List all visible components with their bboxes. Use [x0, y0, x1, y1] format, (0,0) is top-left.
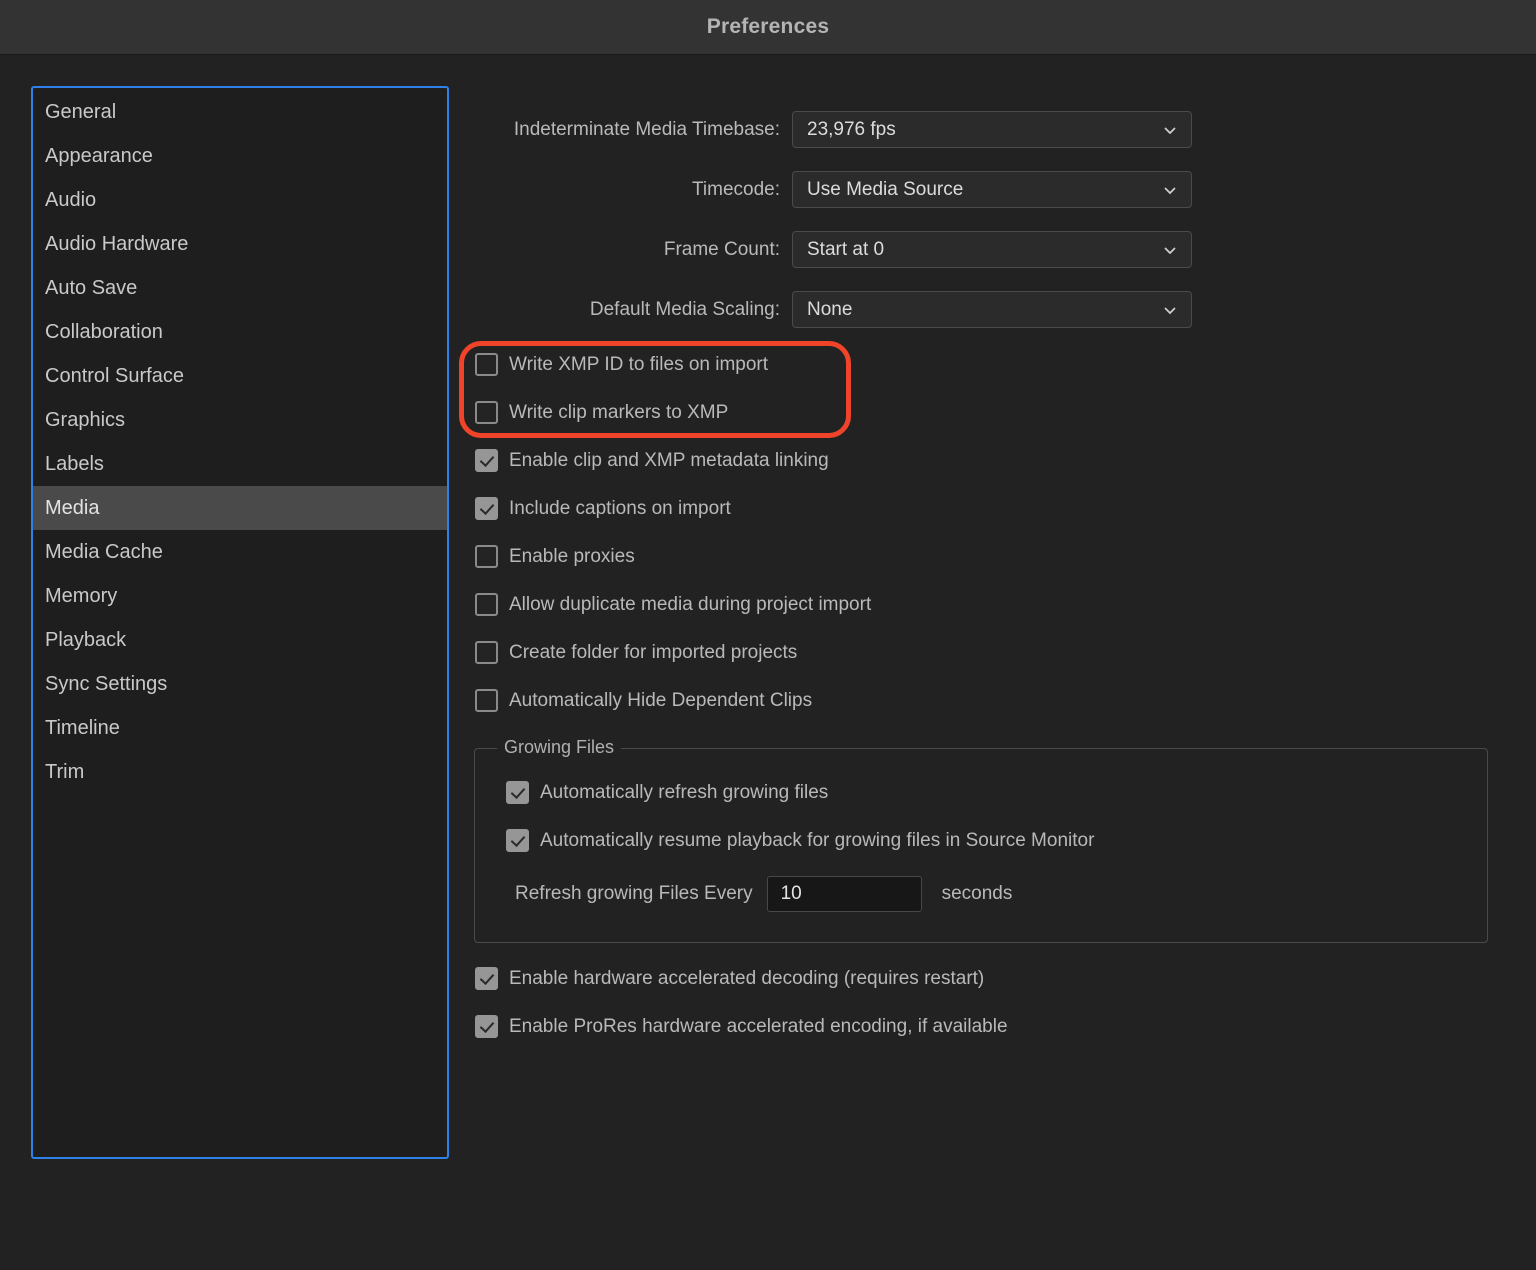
checkbox-label: Create folder for imported projects [509, 642, 797, 664]
sidebar-item-media-cache[interactable]: Media Cache [33, 530, 447, 574]
page-title: Preferences [707, 15, 829, 39]
sidebar-item-media[interactable]: Media [33, 486, 447, 530]
checkbox-enable-clip-and-xmp-metadata-linking[interactable] [475, 449, 498, 472]
media-settings-panel: Indeterminate Media Timebase: 23,976 fps… [449, 56, 1536, 1166]
preferences-dialog: Preferences General Appearance Audio Aud… [0, 0, 1536, 1270]
field-row-frame-count: Frame Count: Start at 0 [475, 231, 1192, 268]
field-label: Indeterminate Media Timebase: [475, 119, 792, 141]
sidebar-item-label: Audio [45, 189, 96, 212]
sidebar-item-audio-hardware[interactable]: Audio Hardware [33, 222, 447, 266]
checkbox-allow-duplicate-media-during-project-import[interactable] [475, 593, 498, 616]
checkbox-row-hw-accelerated-decoding[interactable]: Enable hardware accelerated decoding (re… [475, 967, 984, 990]
sidebar-item-audio[interactable]: Audio [33, 178, 447, 222]
sidebar-item-label: Appearance [45, 145, 153, 168]
checkbox-label: Enable clip and XMP metadata linking [509, 450, 829, 472]
sidebar-item-label: Collaboration [45, 321, 163, 344]
chevron-down-icon [1162, 242, 1178, 258]
sidebar-item-graphics[interactable]: Graphics [33, 398, 447, 442]
checkbox-row-auto-refresh-growing-files[interactable]: Automatically refresh growing files [506, 781, 828, 804]
chevron-down-icon [1162, 182, 1178, 198]
sidebar-item-playback[interactable]: Playback [33, 618, 447, 662]
dialog-titlebar: Preferences [0, 0, 1536, 55]
refresh-interval-unit-label: seconds [942, 883, 1013, 905]
chevron-down-icon [1162, 302, 1178, 318]
field-label: Frame Count: [475, 239, 792, 261]
checkbox-label: Write XMP ID to files on import [509, 354, 768, 376]
refresh-interval-input[interactable]: 10 [767, 876, 922, 912]
dropdown-value: Start at 0 [807, 239, 884, 261]
sidebar-item-label: Control Surface [45, 365, 184, 388]
field-label: Default Media Scaling: [475, 299, 792, 321]
sidebar-item-control-surface[interactable]: Control Surface [33, 354, 447, 398]
sidebar-item-label: Audio Hardware [45, 233, 188, 256]
sidebar-item-sync-settings[interactable]: Sync Settings [33, 662, 447, 706]
checkbox-enable-hardware-accelerated-decoding[interactable] [475, 967, 498, 990]
sidebar-item-label: Timeline [45, 717, 120, 740]
checkbox-label: Include captions on import [509, 498, 731, 520]
sidebar-item-label: Sync Settings [45, 673, 167, 696]
checkbox-row-enable-clip-xmp-linking[interactable]: Enable clip and XMP metadata linking [475, 449, 829, 472]
sidebar-item-memory[interactable]: Memory [33, 574, 447, 618]
sidebar-item-labels[interactable]: Labels [33, 442, 447, 486]
checkbox-row-allow-duplicate-media[interactable]: Allow duplicate media during project imp… [475, 593, 871, 616]
checkbox-row-write-clip-markers[interactable]: Write clip markers to XMP [475, 401, 728, 424]
checkbox-enable-prores-hardware-accelerated-encoding[interactable] [475, 1015, 498, 1038]
checkbox-label: Enable ProRes hardware accelerated encod… [509, 1016, 1008, 1038]
dialog-footer: Help Cancel OK [0, 1198, 1536, 1242]
checkbox-label: Write clip markers to XMP [509, 402, 728, 424]
frame-count-dropdown[interactable]: Start at 0 [792, 231, 1192, 268]
dropdown-value: None [807, 299, 852, 321]
checkbox-label: Enable proxies [509, 546, 635, 568]
refresh-growing-files-row: Refresh growing Files Every 10 seconds [515, 876, 1012, 912]
field-row-default-media-scaling: Default Media Scaling: None [475, 291, 1192, 328]
checkbox-row-auto-resume-playback[interactable]: Automatically resume playback for growin… [506, 829, 1094, 852]
sidebar-item-label: Media Cache [45, 541, 163, 564]
sidebar-item-label: Trim [45, 761, 84, 784]
sidebar-item-timeline[interactable]: Timeline [33, 706, 447, 750]
sidebar-item-label: Graphics [45, 409, 125, 432]
category-list[interactable]: General Appearance Audio Audio Hardware … [31, 86, 449, 1159]
timecode-dropdown[interactable]: Use Media Source [792, 171, 1192, 208]
sidebar-item-label: General [45, 101, 116, 124]
refresh-interval-label: Refresh growing Files Every [515, 883, 753, 905]
checkbox-row-prores-hw-encoding[interactable]: Enable ProRes hardware accelerated encod… [475, 1015, 1008, 1038]
checkbox-row-include-captions[interactable]: Include captions on import [475, 497, 731, 520]
checkbox-label: Automatically Hide Dependent Clips [509, 690, 812, 712]
sidebar-item-general[interactable]: General [33, 90, 447, 134]
checkbox-row-write-xmp-id[interactable]: Write XMP ID to files on import [475, 353, 768, 376]
sidebar-item-label: Auto Save [45, 277, 137, 300]
sidebar-item-label: Playback [45, 629, 126, 652]
checkbox-write-clip-markers-to-xmp[interactable] [475, 401, 498, 424]
checkbox-create-folder-for-imported-projects[interactable] [475, 641, 498, 664]
checkbox-label: Enable hardware accelerated decoding (re… [509, 968, 984, 990]
checkbox-automatically-resume-playback-for-growing-files[interactable] [506, 829, 529, 852]
indeterminate-media-timebase-dropdown[interactable]: 23,976 fps [792, 111, 1192, 148]
checkbox-row-enable-proxies[interactable]: Enable proxies [475, 545, 635, 568]
sidebar-item-label: Memory [45, 585, 117, 608]
field-label: Timecode: [475, 179, 792, 201]
checkbox-label: Automatically resume playback for growin… [540, 830, 1094, 852]
checkbox-row-auto-hide-dependent-clips[interactable]: Automatically Hide Dependent Clips [475, 689, 812, 712]
sidebar-item-trim[interactable]: Trim [33, 750, 447, 794]
dropdown-value: Use Media Source [807, 179, 963, 201]
checkbox-write-xmp-id[interactable] [475, 353, 498, 376]
sidebar-item-appearance[interactable]: Appearance [33, 134, 447, 178]
sidebar-item-label: Media [45, 497, 99, 520]
checkbox-include-captions-on-import[interactable] [475, 497, 498, 520]
checkbox-label: Automatically refresh growing files [540, 782, 828, 804]
checkbox-enable-proxies[interactable] [475, 545, 498, 568]
checkbox-row-create-folder[interactable]: Create folder for imported projects [475, 641, 797, 664]
checkbox-automatically-refresh-growing-files[interactable] [506, 781, 529, 804]
field-row-indeterminate-media-timebase: Indeterminate Media Timebase: 23,976 fps [475, 111, 1192, 148]
dropdown-value: 23,976 fps [807, 119, 896, 141]
chevron-down-icon [1162, 122, 1178, 138]
field-row-timecode: Timecode: Use Media Source [475, 171, 1192, 208]
sidebar-item-collaboration[interactable]: Collaboration [33, 310, 447, 354]
growing-files-legend: Growing Files [497, 737, 621, 758]
checkbox-label: Allow duplicate media during project imp… [509, 594, 871, 616]
default-media-scaling-dropdown[interactable]: None [792, 291, 1192, 328]
sidebar-item-label: Labels [45, 453, 104, 476]
checkbox-automatically-hide-dependent-clips[interactable] [475, 689, 498, 712]
sidebar-item-auto-save[interactable]: Auto Save [33, 266, 447, 310]
